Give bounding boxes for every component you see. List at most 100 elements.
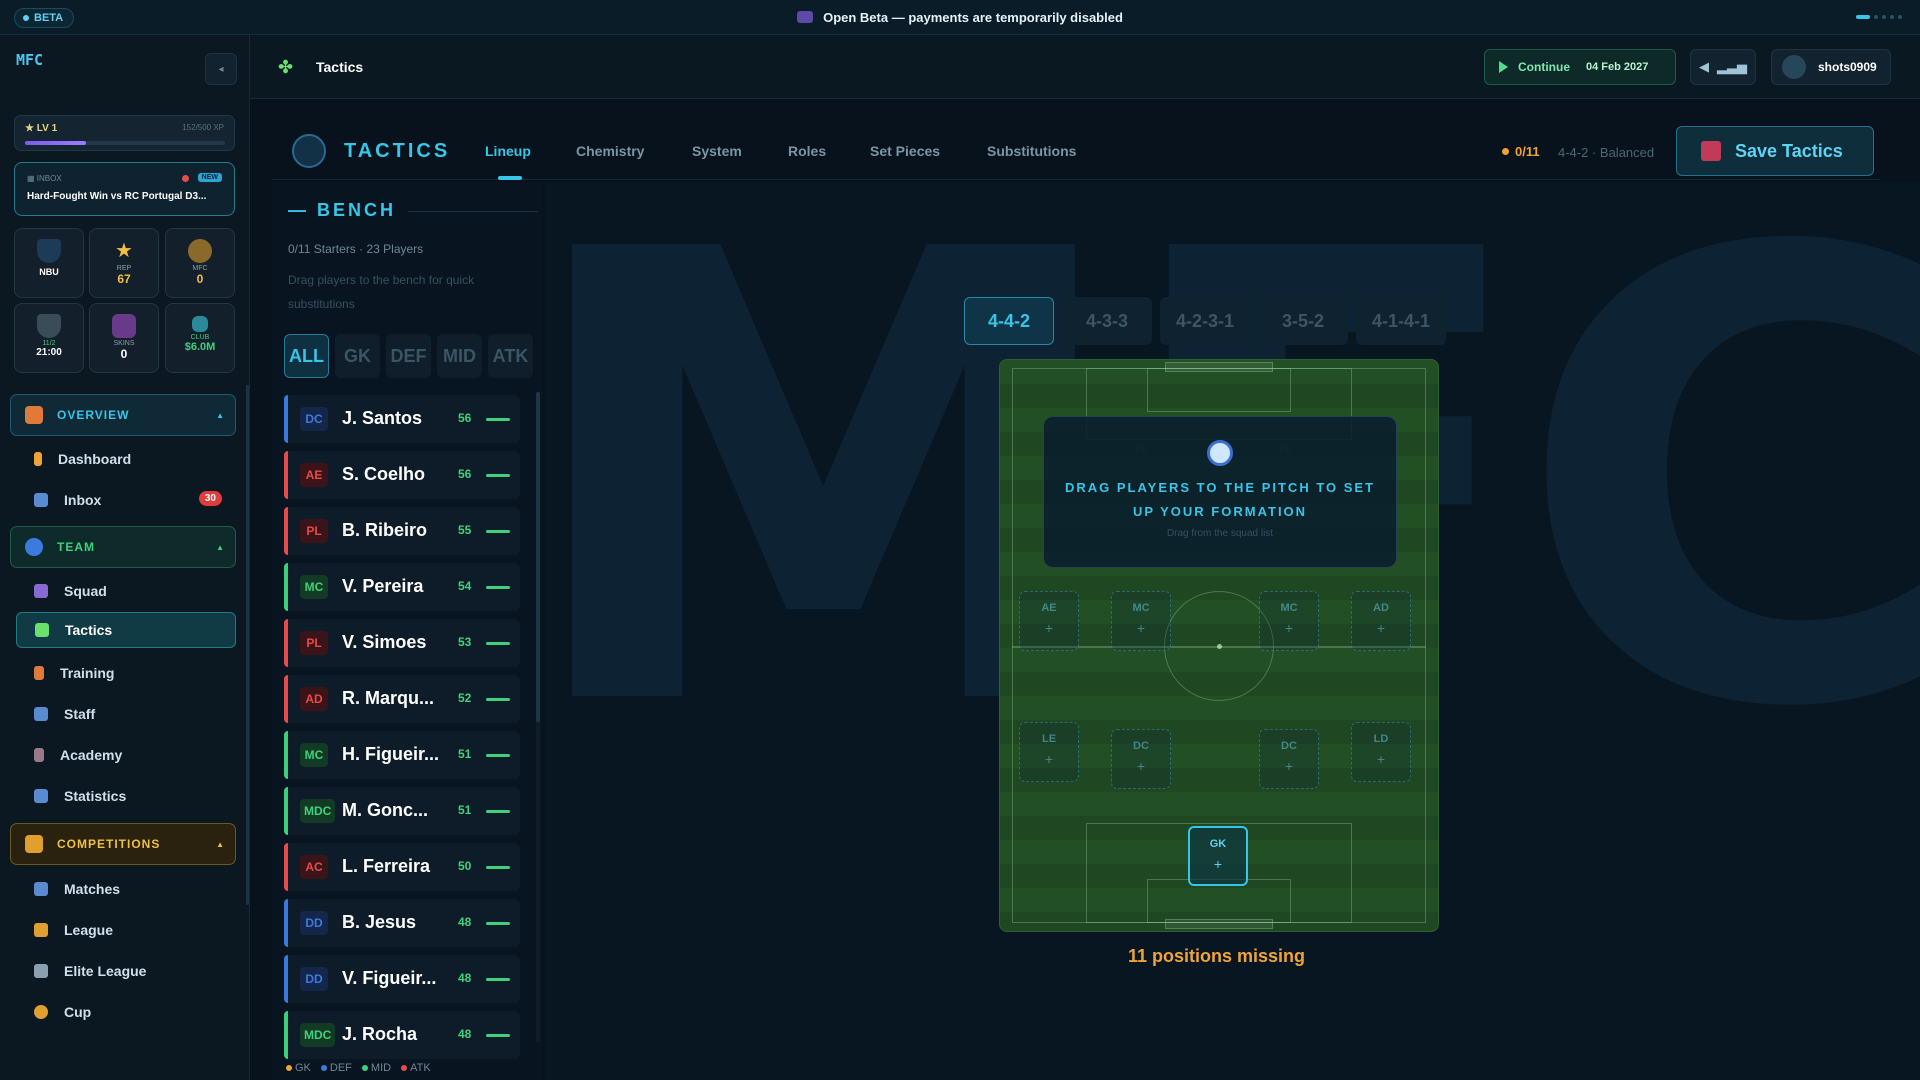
player-name: B. Ribeiro (342, 520, 428, 540)
filter-gk[interactable]: GK (335, 334, 380, 378)
stat-card-nbu[interactable]: NBU (14, 228, 84, 298)
stat-card-reputation[interactable]: ★ REP 67 (89, 228, 159, 298)
rating-bar (486, 698, 510, 701)
inbox-notification-card[interactable]: ▦ INBOX NEW Hard-Fought Win vs RC Portug… (14, 162, 235, 216)
bench-player-row[interactable]: DD V. Figueir... 48 (284, 955, 520, 1003)
position-color-bar (284, 507, 288, 555)
slot-ld[interactable]: LD + (1351, 722, 1411, 782)
page-title: Tactics (316, 59, 364, 75)
bench-player-row[interactable]: AD R. Marqu... 52 (284, 675, 520, 723)
slot-ae[interactable]: AE + (1019, 591, 1079, 651)
tab-system[interactable]: System (692, 143, 742, 159)
pitch[interactable]: PL PL DRAG PLAYERS TO THE PITCH TO SET U… (999, 359, 1439, 932)
formation-4-1-4-1[interactable]: 4-1-4-1 (1356, 297, 1446, 345)
slot-le[interactable]: LE + (1019, 722, 1079, 782)
nav-section-team[interactable]: TEAM ▲ (10, 526, 236, 568)
collapse-sidebar-button[interactable]: ◂ (205, 53, 237, 85)
inbox-count-badge: 30 (198, 491, 222, 506)
sidebar-item-squad[interactable]: Squad (16, 573, 236, 609)
filter-atk[interactable]: ATK (488, 334, 533, 378)
player-rating: 54 (458, 579, 472, 593)
stat-card-club-budget[interactable]: CLUB $6.0M (165, 303, 235, 373)
sidebar-scrollbar[interactable] (246, 385, 249, 905)
player-name: V. Pereira (342, 576, 424, 596)
formation-4-2-3-1[interactable]: 4-2-3-1 (1160, 297, 1250, 345)
top-goal (1165, 362, 1273, 372)
tactics-toolbar: TACTICS Lineup Chemistry System Roles Se… (272, 124, 1880, 180)
bench-player-row[interactable]: AC L. Ferreira 50 (284, 843, 520, 891)
filter-mid[interactable]: MID (437, 334, 482, 378)
stat-card-coins[interactable]: MFC 0 (165, 228, 235, 298)
player-rating: 56 (458, 467, 472, 481)
slot-ad[interactable]: AD + (1351, 591, 1411, 651)
bench-player-row[interactable]: AE S. Coelho 56 (284, 451, 520, 499)
sidebar-item-staff[interactable]: Staff (16, 696, 236, 732)
bench-hint: Drag players to the bench for quick subs… (288, 273, 475, 311)
user-menu-button[interactable]: shots0909 (1771, 49, 1891, 85)
player-position-badge: DD (300, 967, 328, 991)
slot-mc-right[interactable]: MC + (1259, 591, 1319, 651)
tab-roles[interactable]: Roles (788, 143, 826, 159)
bench-player-row[interactable]: MDC M. Gonc... 51 (284, 787, 520, 835)
tab-set-pieces[interactable]: Set Pieces (870, 143, 940, 159)
sidebar-item-dashboard[interactable]: Dashboard (16, 441, 236, 477)
prompt-subtitle: Drag from the squad list (1166, 528, 1274, 539)
player-position-badge: PL (300, 631, 328, 655)
slot-dc-left[interactable]: DC + (1111, 729, 1171, 789)
sidebar-item-inbox[interactable]: Inbox 30 (16, 482, 236, 518)
bench-player-row[interactable]: DD B. Jesus 48 (284, 899, 520, 947)
play-icon (1499, 61, 1508, 73)
soccer-ball-icon (1207, 440, 1233, 466)
slot-dc-right[interactable]: DC + (1259, 729, 1319, 789)
sidebar-item-matches[interactable]: Matches (16, 871, 236, 907)
soccer-ball-icon (292, 134, 326, 168)
prompt-title: DRAG PLAYERS TO THE PITCH TO SET UP YOUR… (1064, 480, 1376, 519)
sidebar-item-tactics[interactable]: Tactics (16, 612, 236, 648)
slot-gk[interactable]: GK + (1188, 826, 1248, 886)
player-name: V. Figueir... (342, 968, 437, 988)
bench-player-row[interactable]: MDC J. Rocha 48 (284, 1011, 520, 1059)
rating-bar (486, 586, 510, 589)
nav-section-overview[interactable]: OVERVIEW ▲ (10, 394, 236, 436)
bench-player-row[interactable]: MC V. Pereira 54 (284, 563, 520, 611)
tab-lineup[interactable]: Lineup (485, 143, 531, 159)
stat-card-skins[interactable]: SKINS 0 (89, 303, 159, 373)
legend-gk: GK (286, 1062, 311, 1074)
position-filters: ALL GK DEF MID ATK (284, 334, 533, 378)
filter-all[interactable]: ALL (284, 334, 329, 378)
formation-3-5-2[interactable]: 3-5-2 (1258, 297, 1348, 345)
inbox-card-title: Hard-Fought Win vs RC Portugal D3... (27, 191, 207, 202)
sidebar-item-cup[interactable]: Cup (16, 994, 236, 1030)
stat-card-next-match[interactable]: 11/2 21:00 (14, 303, 84, 373)
club-logo[interactable]: MFC (16, 53, 48, 85)
bench-player-row[interactable]: PL B. Ribeiro 55 (284, 507, 520, 555)
slot-mc-left[interactable]: MC + (1111, 591, 1171, 651)
sidebar-item-league[interactable]: League (16, 912, 236, 948)
shield-icon (37, 239, 61, 263)
bench-player-row[interactable]: MC H. Figueir... 51 (284, 731, 520, 779)
formation-4-3-3[interactable]: 4-3-3 (1062, 297, 1152, 345)
xp-count: 152/500 XP (182, 123, 224, 132)
sidebar-item-statistics[interactable]: Statistics (16, 778, 236, 814)
home-icon (25, 406, 43, 424)
continue-button[interactable]: Continue 04 Feb 2027 (1484, 49, 1676, 85)
sound-toggle-button[interactable]: ◀ ▂▃▅ (1690, 49, 1756, 85)
tab-substitutions[interactable]: Substitutions (987, 143, 1076, 159)
tab-chemistry[interactable]: Chemistry (576, 143, 644, 159)
bench-scrollbar[interactable] (536, 392, 540, 1042)
bench-player-row[interactable]: DC J. Santos 56 (284, 395, 520, 443)
nav-section-competitions[interactable]: COMPETITIONS ▲ (10, 823, 236, 865)
player-name: H. Figueir... (342, 744, 440, 764)
rating-bar (486, 418, 510, 421)
carousel-dots[interactable] (1856, 15, 1902, 19)
running-icon (34, 666, 44, 680)
sidebar-item-elite-league[interactable]: Elite League (16, 953, 236, 989)
sidebar-item-academy[interactable]: Academy (16, 737, 236, 773)
save-tactics-button[interactable]: Save Tactics (1676, 126, 1874, 176)
sidebar-item-training[interactable]: Training (16, 655, 236, 691)
bench-player-row[interactable]: PL V. Simoes 53 (284, 619, 520, 667)
formation-4-4-2[interactable]: 4-4-2 (964, 297, 1054, 345)
coin-icon (188, 239, 212, 263)
position-color-bar (284, 619, 288, 667)
filter-def[interactable]: DEF (386, 334, 431, 378)
